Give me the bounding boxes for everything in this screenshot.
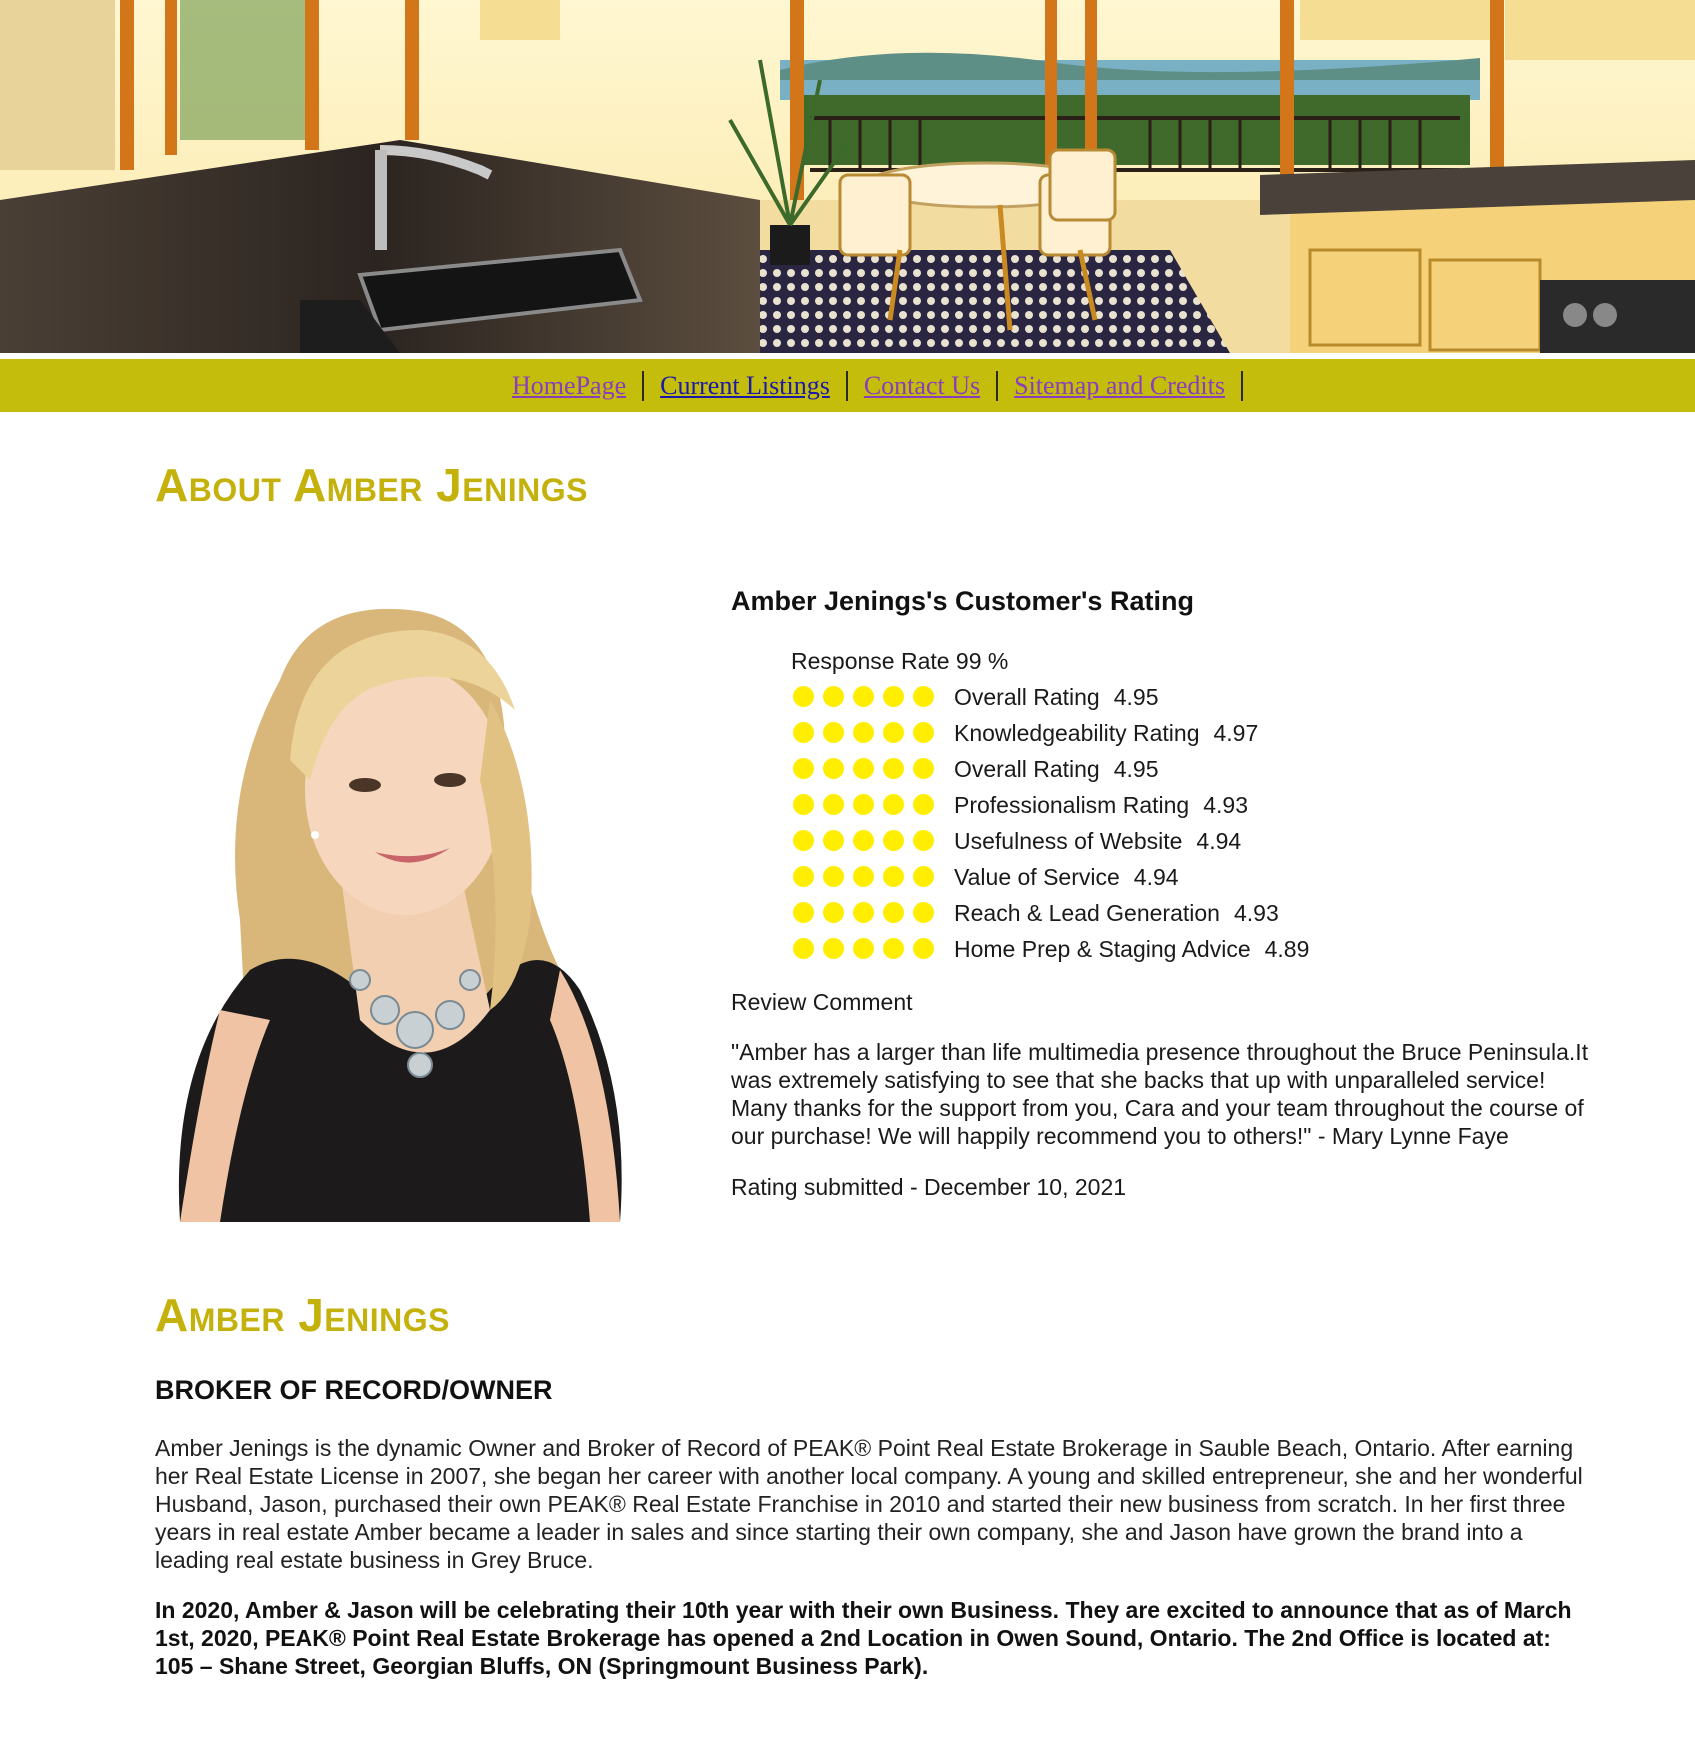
bio-paragraph: Amber Jenings is the dynamic Owner and B… xyxy=(155,1435,1583,1573)
nav-link-current-listings[interactable]: Current Listings xyxy=(644,370,848,401)
rating-value: 4.94 xyxy=(1196,827,1242,854)
nav-link-contact-us[interactable]: Contact Us xyxy=(848,370,999,401)
page-title: About Amber Jenings xyxy=(155,459,588,511)
rating-row: Knowledgeability Rating 4.97 xyxy=(793,715,1591,751)
filled-circle-icon xyxy=(823,722,844,743)
filled-circle-icon xyxy=(883,686,904,707)
hero-banner xyxy=(0,0,1695,353)
filled-circle-icon xyxy=(793,866,814,887)
filled-circle-icon xyxy=(913,902,934,923)
filled-circle-icon xyxy=(793,938,814,959)
agent-name-heading: Amber Jenings xyxy=(155,1289,450,1341)
rating-label: Reach & Lead Generation xyxy=(954,899,1220,926)
rating-value: 4.93 xyxy=(1203,791,1248,818)
review-comment: "Amber has a larger than life multimedia… xyxy=(731,1039,1589,1149)
filled-circle-icon xyxy=(853,686,874,707)
agent-photo xyxy=(178,608,622,1222)
filled-circle-icon xyxy=(853,794,874,815)
filled-circle-icon xyxy=(883,758,904,779)
filled-circle-icon xyxy=(883,794,904,815)
filled-circle-icon xyxy=(853,938,874,959)
rating-label: Knowledgeability Rating xyxy=(954,719,1200,746)
bio-announcement: In 2020, Amber & Jason will be celebrati… xyxy=(155,1597,1572,1679)
filled-circle-icon xyxy=(823,686,844,707)
filled-circle-icon xyxy=(913,866,934,887)
rating-dots xyxy=(793,686,953,708)
filled-circle-icon xyxy=(853,902,874,923)
filled-circle-icon xyxy=(853,722,874,743)
filled-circle-icon xyxy=(913,758,934,779)
kitchen-banner-image xyxy=(0,0,1695,353)
rating-row: Overall Rating 4.95 xyxy=(793,751,1591,787)
filled-circle-icon xyxy=(913,794,934,815)
rating-row: Overall Rating 4.95 xyxy=(793,679,1591,715)
rating-value: 4.93 xyxy=(1233,899,1279,926)
filled-circle-icon xyxy=(823,794,844,815)
rating-value: 4.95 xyxy=(1113,683,1159,710)
rating-label: Value of Service xyxy=(954,863,1120,890)
rating-label: Usefulness of Website xyxy=(954,827,1183,854)
filled-circle-icon xyxy=(793,830,814,851)
rating-label: Home Prep & Staging Advice xyxy=(954,935,1251,962)
rating-dots xyxy=(793,722,953,744)
nav-link-sitemap-credits[interactable]: Sitemap and Credits xyxy=(998,370,1243,401)
rating-value: 4.94 xyxy=(1133,863,1179,890)
rating-label: Overall Rating xyxy=(954,683,1100,710)
filled-circle-icon xyxy=(793,758,814,779)
filled-circle-icon xyxy=(883,938,904,959)
rating-title: Amber Jenings's Customer's Rating xyxy=(731,586,1194,616)
rating-label: Overall Rating xyxy=(954,755,1100,782)
nav-links: HomePage Current Listings Contact Us Sit… xyxy=(496,370,1243,401)
rating-row: Professionalism Rating 4.93 xyxy=(793,787,1591,823)
filled-circle-icon xyxy=(823,758,844,779)
filled-circle-icon xyxy=(793,794,814,815)
rating-dots xyxy=(793,902,953,924)
main-nav: HomePage Current Listings Contact Us Sit… xyxy=(0,359,1695,412)
filled-circle-icon xyxy=(823,938,844,959)
filled-circle-icon xyxy=(793,722,814,743)
filled-circle-icon xyxy=(913,830,934,851)
response-rate: Response Rate 99 % xyxy=(791,648,1009,674)
rating-row: Home Prep & Staging Advice 4.89 xyxy=(793,931,1591,967)
filled-circle-icon xyxy=(913,686,934,707)
filled-circle-icon xyxy=(853,866,874,887)
agent-bio: BROKER OF RECORD/OWNER Amber Jenings is … xyxy=(155,1375,1595,1702)
filled-circle-icon xyxy=(793,686,814,707)
rating-row: Value of Service 4.94 xyxy=(793,859,1591,895)
review-heading: Review Comment xyxy=(731,989,913,1015)
filled-circle-icon xyxy=(793,902,814,923)
rating-dots xyxy=(793,866,953,888)
agent-title: BROKER OF RECORD/OWNER xyxy=(155,1375,553,1405)
rating-value: 4.95 xyxy=(1113,755,1159,782)
filled-circle-icon xyxy=(913,938,934,959)
rating-dots xyxy=(793,758,953,780)
filled-circle-icon xyxy=(883,722,904,743)
filled-circle-icon xyxy=(853,830,874,851)
rating-label: Professionalism Rating xyxy=(954,791,1190,818)
rating-dots xyxy=(793,794,953,816)
filled-circle-icon xyxy=(823,866,844,887)
customer-rating-panel: Amber Jenings's Customer's Rating Respon… xyxy=(731,586,1591,1201)
filled-circle-icon xyxy=(883,830,904,851)
rating-dots xyxy=(793,938,953,960)
filled-circle-icon xyxy=(823,902,844,923)
filled-circle-icon xyxy=(883,902,904,923)
nav-link-homepage[interactable]: HomePage xyxy=(496,370,645,401)
filled-circle-icon xyxy=(823,830,844,851)
rating-dots xyxy=(793,830,953,852)
rating-row: Usefulness of Website 4.94 xyxy=(793,823,1591,859)
filled-circle-icon xyxy=(883,866,904,887)
rating-submitted-date: Rating submitted - December 10, 2021 xyxy=(731,1174,1127,1200)
rating-list: Overall Rating 4.95 Knowledgeability Ratin… xyxy=(731,679,1591,967)
rating-value: 4.97 xyxy=(1213,719,1259,746)
rating-row: Reach & Lead Generation 4.93 xyxy=(793,895,1591,931)
filled-circle-icon xyxy=(913,722,934,743)
filled-circle-icon xyxy=(853,758,874,779)
agent-portrait xyxy=(160,590,634,1222)
rating-value: 4.89 xyxy=(1264,935,1310,962)
